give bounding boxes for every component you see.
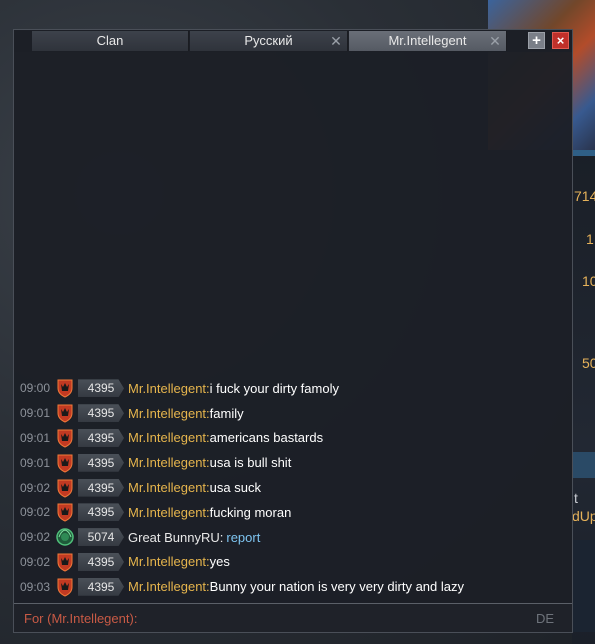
report-link[interactable]: report xyxy=(226,530,260,545)
language-indicator[interactable]: DE xyxy=(536,611,554,626)
chat-input-placeholder: For (Mr.Intellegent): xyxy=(24,611,138,626)
close-tab-icon[interactable]: ✕ xyxy=(329,31,343,51)
red-shield-rank-icon xyxy=(54,377,76,399)
message-text: americans bastards xyxy=(209,430,324,446)
red-shield-rank-icon xyxy=(54,402,76,424)
chat-message: 09:02 5074 Great BunnyRU: report xyxy=(14,525,572,550)
message-list: 09:00 4395 Mr.Intellegent: i fuck your d… xyxy=(14,376,572,599)
tab-label: Mr.Intellegent xyxy=(388,33,467,48)
player-rating: 4395 xyxy=(78,379,124,398)
tab-clan[interactable]: Clan xyxy=(32,31,189,51)
player-rating: 4395 xyxy=(78,453,124,472)
chat-message: 09:02 4395 Mr.Intellegent: usa suck xyxy=(14,475,572,500)
chat-message: 09:02 4395 Mr.Intellegent: fucking moran xyxy=(14,500,572,525)
chat-input[interactable]: For (Mr.Intellegent): DE xyxy=(14,603,572,632)
player-rating: 4395 xyxy=(78,478,124,497)
red-shield-rank-icon xyxy=(54,501,76,523)
message-text: yes xyxy=(209,554,230,570)
sender-name[interactable]: Mr.Intellegent: xyxy=(128,406,210,421)
message-time: 09:02 xyxy=(20,480,51,495)
sender-name[interactable]: Mr.Intellegent: xyxy=(128,480,210,495)
tab-label: Clan xyxy=(96,33,124,48)
sender-name[interactable]: Mr.Intellegent: xyxy=(128,505,210,520)
red-shield-rank-icon xyxy=(54,551,76,573)
tab-russian[interactable]: Русский ✕ xyxy=(190,31,348,51)
chat-window: Clan Русский ✕ Mr.Intellegent ✕ + × 09:0… xyxy=(13,29,573,633)
green-wreath-rank-icon xyxy=(54,526,76,548)
background-stripe xyxy=(572,452,595,478)
add-tab-button[interactable]: + xyxy=(528,32,545,49)
message-text: fucking moran xyxy=(209,504,292,520)
background-number: 1 xyxy=(586,231,594,247)
player-rating: 4395 xyxy=(78,577,124,596)
player-rating: 4395 xyxy=(78,404,124,423)
chat-message: 09:00 4395 Mr.Intellegent: i fuck your d… xyxy=(14,376,572,401)
red-shield-rank-icon xyxy=(54,452,76,474)
message-text: usa suck xyxy=(209,480,261,496)
message-text: usa is bull shit xyxy=(209,455,292,471)
background-number: 50 xyxy=(582,355,595,371)
message-text: family xyxy=(209,405,244,421)
tab-label: Русский xyxy=(244,33,293,48)
system-message-text: Great BunnyRU: xyxy=(128,529,224,545)
message-time: 09:00 xyxy=(20,381,51,396)
close-tab-icon[interactable]: ✕ xyxy=(488,31,502,51)
message-time: 09:03 xyxy=(20,579,51,594)
message-time: 09:02 xyxy=(20,505,51,520)
player-rating: 4395 xyxy=(78,552,124,571)
background-number: t xyxy=(574,490,578,506)
background-number: 714 xyxy=(574,188,595,204)
red-shield-rank-icon xyxy=(54,427,76,449)
message-text: Bunny your nation is very very dirty and… xyxy=(209,579,464,595)
sender-name[interactable]: Mr.Intellegent: xyxy=(128,455,210,470)
message-time: 09:01 xyxy=(20,455,51,470)
message-time: 09:02 xyxy=(20,530,51,545)
message-time: 09:01 xyxy=(20,406,51,421)
chat-message: 09:02 4395 Mr.Intellegent: yes xyxy=(14,550,572,575)
chat-message: 09:03 4395 Mr.Intellegent: Bunny your na… xyxy=(14,574,572,599)
red-shield-rank-icon xyxy=(54,576,76,598)
chat-message: 09:01 4395 Mr.Intellegent: usa is bull s… xyxy=(14,450,572,475)
background-number: dUp xyxy=(572,508,595,524)
player-rating: 4395 xyxy=(78,503,124,522)
player-rating: 4395 xyxy=(78,428,124,447)
close-window-button[interactable]: × xyxy=(552,32,569,49)
sender-name[interactable]: Mr.Intellegent: xyxy=(128,579,210,594)
player-rating: 5074 xyxy=(78,528,124,547)
background-stripe xyxy=(572,150,595,156)
sender-name[interactable]: Mr.Intellegent: xyxy=(128,554,210,569)
message-text: i fuck your dirty famoly xyxy=(209,380,339,396)
background-panel xyxy=(572,540,595,632)
sender-name[interactable]: Mr.Intellegent: xyxy=(128,381,210,396)
background-number: 10 xyxy=(582,273,595,289)
tab-mr-intellegent[interactable]: Mr.Intellegent ✕ xyxy=(349,31,507,51)
tab-bar: Clan Русский ✕ Mr.Intellegent ✕ + × xyxy=(14,30,572,52)
message-time: 09:01 xyxy=(20,430,51,445)
chat-message: 09:01 4395 Mr.Intellegent: americans bas… xyxy=(14,426,572,451)
chat-message: 09:01 4395 Mr.Intellegent: family xyxy=(14,401,572,426)
sender-name[interactable]: Mr.Intellegent: xyxy=(128,430,210,445)
red-shield-rank-icon xyxy=(54,477,76,499)
message-time: 09:02 xyxy=(20,554,51,569)
